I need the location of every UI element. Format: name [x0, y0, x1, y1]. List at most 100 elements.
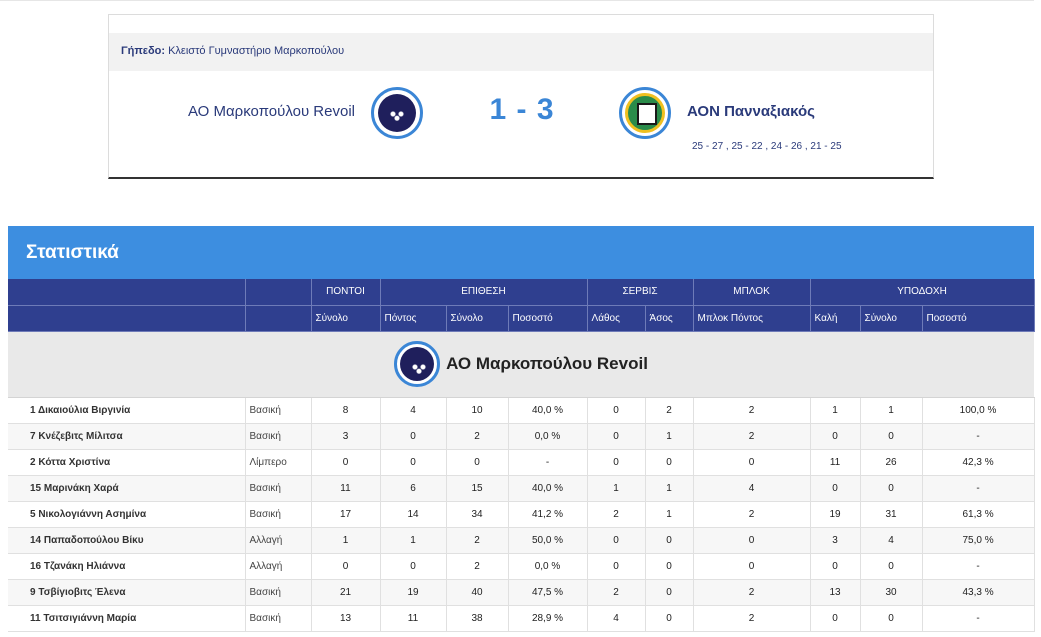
stat-cell: 1 [380, 527, 447, 554]
column-header: Λάθος [587, 305, 646, 332]
stat-cell: 4 [860, 527, 923, 554]
table-row: 16 Τζανάκη Ηλιάννα Αλλαγή 0 0 2 0,0 % 0 0 0 0 0- [8, 553, 1035, 580]
team-banner-name: ΑΟ Μαρκοπούλου Revoil [446, 354, 648, 373]
stat-cell: 3 [810, 527, 861, 554]
stat-cell: 17 [311, 501, 381, 528]
stat-cell: 19 [380, 579, 447, 606]
table-row: 7 Κνέζεβιτς Μίλιτσα Βασική 3 0 2 0,0 % 0 1 2 0 0- [8, 423, 1035, 450]
column-header: Καλή [810, 305, 861, 332]
group-header-serve: ΣΕΡΒΙΣ [587, 279, 694, 306]
column-header: Σύνολο [860, 305, 923, 332]
group-header-points: ΠΟΝΤΟΙ [311, 279, 381, 306]
stat-cell: 3 [311, 423, 381, 450]
stat-cell: - [922, 475, 1035, 502]
stat-cell: 0 [645, 553, 694, 580]
stat-cell: 41,2 % [508, 501, 588, 528]
player-name[interactable]: 2 Κόττα Χριστίνα [8, 449, 246, 476]
stat-cell: 1 [311, 527, 381, 554]
player-name[interactable]: 16 Τζανάκη Ηλιάννα [8, 553, 246, 580]
stat-cell: 0 [645, 449, 694, 476]
player-name[interactable]: 9 Τσβίγιοβιτς Έλενα [8, 579, 246, 606]
stat-cell: 0 [693, 553, 811, 580]
column-header: Ποσοστό [922, 305, 1035, 332]
match-score: 1 - 3 [489, 93, 555, 126]
stat-cell: 1 [860, 397, 923, 424]
home-team-logo-icon[interactable] [371, 87, 423, 139]
player-status: Βασική [245, 501, 312, 528]
group-header-reception: ΥΠΟΔΟΧΗ [810, 279, 1035, 306]
group-header [245, 279, 312, 306]
player-status: Βασική [245, 423, 312, 450]
stat-cell: 0 [860, 423, 923, 450]
team-logo-icon [394, 341, 441, 387]
stat-cell: 0 [645, 579, 694, 606]
stat-cell: 0 [587, 553, 646, 580]
away-team-logo-icon[interactable] [619, 87, 671, 139]
column-header: Πόντος [380, 305, 447, 332]
set-scores: 25 - 27 , 25 - 22 , 24 - 26 , 21 - 25 [692, 141, 842, 152]
player-name[interactable]: 1 Δικαιούλια Βιργινία [8, 397, 246, 424]
stat-cell: 0 [587, 527, 646, 554]
stat-cell: 0 [810, 475, 861, 502]
stat-cell: 13 [311, 605, 381, 632]
table-row: 15 Μαρινάκη Χαρά Βασική 11 6 15 40,0 % 1 1 4 0 0- [8, 475, 1035, 502]
column-header [8, 305, 246, 332]
stat-cell: - [922, 423, 1035, 450]
stat-cell: 34 [446, 501, 509, 528]
stat-cell: 0 [380, 449, 447, 476]
player-name[interactable]: 15 Μαρινάκη Χαρά [8, 475, 246, 502]
column-header: Μπλοκ Πόντος [693, 305, 811, 332]
player-status: Βασική [245, 579, 312, 606]
column-header: Άσος [645, 305, 694, 332]
stat-cell: 50,0 % [508, 527, 588, 554]
stat-cell: 0 [693, 527, 811, 554]
stat-cell: 0 [587, 423, 646, 450]
player-name[interactable]: 11 Τσιτσιγιάννη Μαρία [8, 605, 246, 632]
stat-cell: 0 [860, 605, 923, 632]
stat-cell: 100,0 % [922, 397, 1035, 424]
stat-cell: 0 [311, 449, 381, 476]
player-status: Βασική [245, 475, 312, 502]
away-team-name[interactable]: ΑΟΝ Πανναξιακός [687, 103, 815, 120]
player-name[interactable]: 5 Νικολογιάννη Ασημίνα [8, 501, 246, 528]
player-name[interactable]: 7 Κνέζεβιτς Μίλιτσα [8, 423, 246, 450]
stat-cell: 0 [810, 423, 861, 450]
stat-cell: - [922, 553, 1035, 580]
stat-cell: 4 [380, 397, 447, 424]
stat-cell: 2 [693, 579, 811, 606]
match-card: Γήπεδο: Κλειστό Γυμναστήριο Μαρκοπούλου … [108, 14, 934, 179]
stat-cell: 2 [587, 579, 646, 606]
player-status: Βασική [245, 397, 312, 424]
stat-cell: 26 [860, 449, 923, 476]
home-team-name[interactable]: ΑΟ Μαρκοπούλου Revoil [188, 103, 355, 120]
table-row: 1 Δικαιούλια Βιργινία Βασική 8 4 10 40,0 % 0 2 2… [8, 397, 1035, 424]
stat-cell: 2 [446, 553, 509, 580]
stat-cell: 0 [645, 527, 694, 554]
player-name[interactable]: 14 Παπαδοπούλου Βίκυ [8, 527, 246, 554]
stat-cell: 11 [810, 449, 861, 476]
stat-cell: 1 [645, 423, 694, 450]
stat-cell: 21 [311, 579, 381, 606]
column-header-row: Σύνολο Πόντος Σύνολο Ποσοστό Λάθος Άσος … [8, 305, 1035, 332]
stat-cell: 2 [693, 423, 811, 450]
stat-cell: 0 [311, 553, 381, 580]
stat-cell: 0 [446, 449, 509, 476]
table-row: 2 Κόττα Χριστίνα Λίμπερο 0 0 0-0 0 0 11 26 42,3 % [8, 449, 1035, 476]
stat-cell: 0,0 % [508, 553, 588, 580]
stat-cell: 0,0 % [508, 423, 588, 450]
stat-cell: 75,0 % [922, 527, 1035, 554]
stat-cell: 0 [587, 449, 646, 476]
group-header [8, 279, 246, 306]
table-row: 14 Παπαδοπούλου Βίκυ Αλλαγή 1 1 2 50,0 % 0 0 0 3 4… [8, 527, 1035, 554]
column-header: Σύνολο [446, 305, 509, 332]
group-header-block: ΜΠΛΟΚ [693, 279, 811, 306]
stat-cell: 47,5 % [508, 579, 588, 606]
stats-title: Στατιστικά [8, 226, 1034, 279]
stat-cell: 0 [380, 423, 447, 450]
stat-cell: - [508, 449, 588, 476]
stat-cell: 0 [860, 475, 923, 502]
stat-cell: 0 [587, 397, 646, 424]
stat-cell: 6 [380, 475, 447, 502]
stat-cell: 2 [446, 423, 509, 450]
stat-cell: 28,9 % [508, 605, 588, 632]
